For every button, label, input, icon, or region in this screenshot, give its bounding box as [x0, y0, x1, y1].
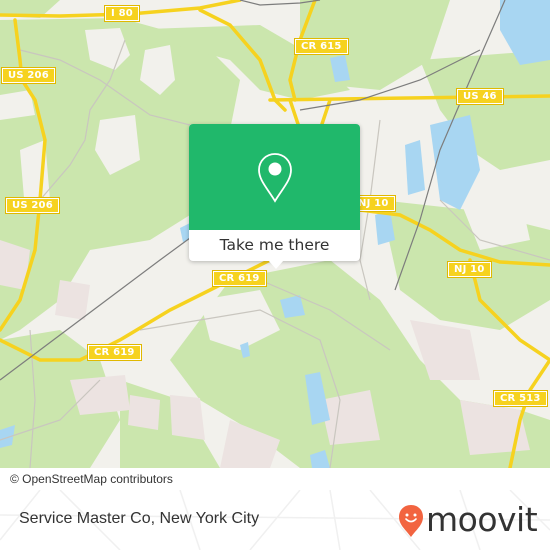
place-name: Service Master Co, New York City: [19, 510, 260, 527]
road-label-cr619-west: CR 619: [87, 344, 142, 361]
road-label-i80: I 80: [104, 5, 140, 22]
map-view[interactable]: I 80 US 206 US 206 CR 615 US 46 NJ 10 NJ…: [0, 0, 550, 468]
popup-header: [189, 124, 360, 230]
take-me-there-popup[interactable]: Take me there: [189, 124, 360, 269]
road-label-cr615: CR 615: [294, 38, 349, 55]
road-label-us206-south: US 206: [5, 197, 60, 214]
road-label-us46: US 46: [456, 88, 504, 105]
footer-bar: Service Master Co, New York City moovit: [0, 490, 550, 550]
road-label-cr513: CR 513: [493, 390, 548, 407]
road-label-us206-north: US 206: [1, 67, 56, 84]
popup-pointer: [268, 260, 284, 269]
take-me-there-button[interactable]: Take me there: [189, 230, 360, 261]
brand-wordmark: moovit: [426, 500, 538, 539]
map-attribution[interactable]: © OpenStreetMap contributors: [0, 469, 183, 490]
moovit-logo[interactable]: moovit: [398, 500, 538, 540]
map-pin-icon: [258, 153, 292, 203]
road-label-nj10-east: NJ 10: [447, 261, 492, 278]
moovit-smiley-pin-icon: [399, 505, 423, 537]
road-label-cr619-east: CR 619: [212, 270, 267, 287]
